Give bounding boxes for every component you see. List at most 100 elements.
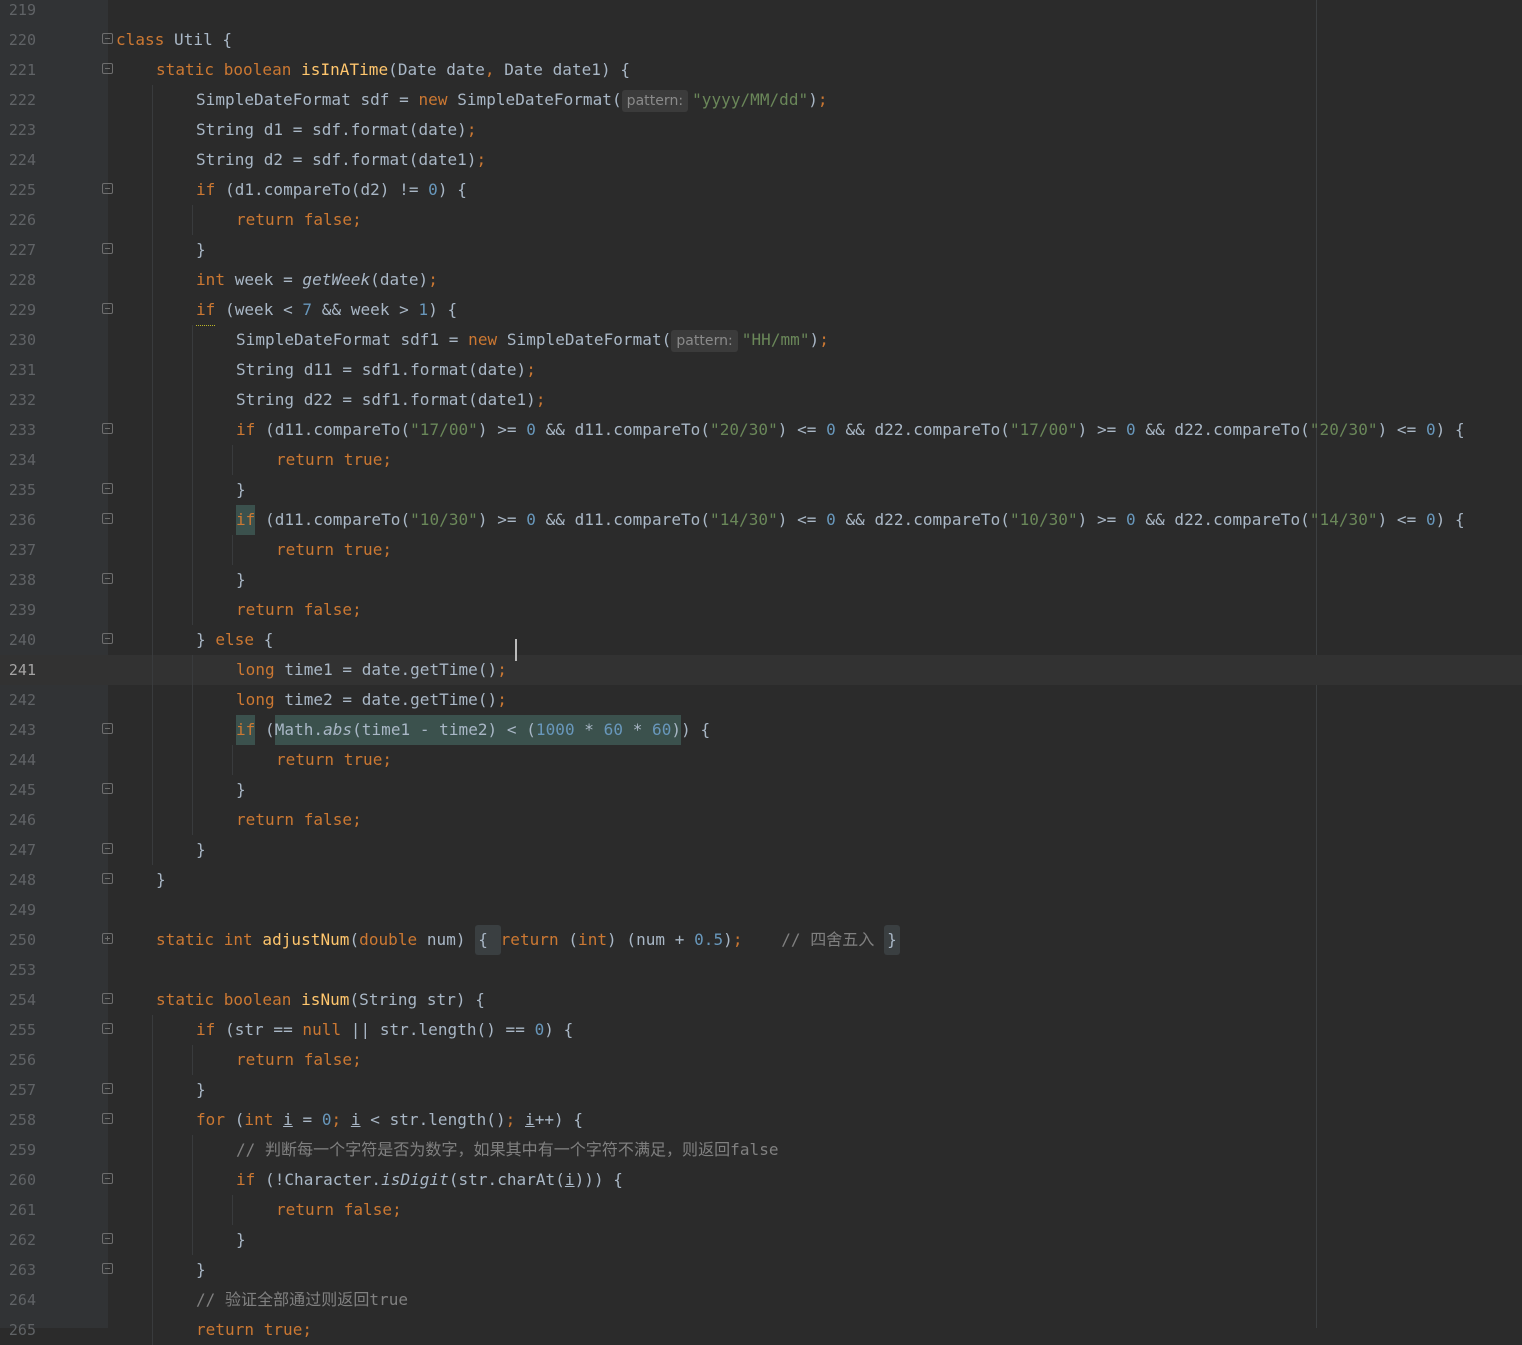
code-line[interactable]: 230 SimpleDateFormat sdf1 = new SimpleDat… [0, 325, 1522, 355]
code-token: new [418, 90, 458, 109]
code-token: ) { [1435, 420, 1465, 439]
code-line[interactable]: 220 class Util { [0, 25, 1522, 55]
code-text: if (str == null || str.length() == 0) { [196, 1015, 573, 1045]
code-line[interactable]: 247} [0, 835, 1522, 865]
indent-guide [232, 445, 233, 475]
code-line[interactable]: 259 // 判断每一个字符是否为数字，如果其中有一个字符不满足，则返回false [0, 1135, 1522, 1165]
code-text: if (Math.abs(time1 - time2) < (1000 * 60… [236, 715, 710, 745]
code-line[interactable]: 233 if (d11.compareTo("17/00") >= 0 && d1… [0, 415, 1522, 445]
code-line[interactable]: 253 [0, 955, 1522, 985]
code-line[interactable]: 226 return false; [0, 205, 1522, 235]
code-line[interactable]: 234 return true; [0, 445, 1522, 475]
code-line[interactable]: 242 long time2 = date.getTime(); [0, 685, 1522, 715]
line-number: 221 [8, 61, 36, 79]
code-line[interactable]: 222 SimpleDateFormat sdf = new SimpleDate… [0, 85, 1522, 115]
fold-marker-icon[interactable] [102, 513, 113, 524]
fold-marker-icon[interactable] [102, 1233, 113, 1244]
code-line[interactable]: 261 return false; [0, 1195, 1522, 1225]
code-token: "17/00" [1009, 420, 1078, 439]
code-line[interactable]: 224 String d2 = sdf.format(date1); [0, 145, 1522, 175]
code-line[interactable]: 228 int week = getWeek(date); [0, 265, 1522, 295]
fold-marker-icon[interactable] [102, 303, 113, 314]
code-line[interactable]: 258 for (int i = 0; i < str.length(); i++… [0, 1105, 1522, 1135]
fold-marker-icon[interactable] [102, 1113, 113, 1124]
indent-guide [152, 355, 153, 385]
code-line[interactable]: 248} [0, 865, 1522, 895]
code-token: getWeek [302, 270, 371, 289]
code-token: i [564, 1170, 575, 1189]
code-line[interactable]: 223 String d1 = sdf.format(date); [0, 115, 1522, 145]
code-line[interactable]: 232 String d22 = sdf1.format(date1); [0, 385, 1522, 415]
code-line[interactable]: 260 if (!Character.isDigit(str.charAt(i))… [0, 1165, 1522, 1195]
code-line[interactable]: 225 if (d1.compareTo(d2) != 0) { [0, 175, 1522, 205]
code-token: return false [236, 210, 353, 229]
code-line[interactable]: 265 return true; [0, 1315, 1522, 1345]
fold-marker-icon[interactable] [102, 1083, 113, 1094]
code-line[interactable]: 219 [0, 0, 1522, 25]
code-line[interactable]: 237 return true; [0, 535, 1522, 565]
code-line[interactable]: 264 // 验证全部通过则返回true [0, 1285, 1522, 1315]
code-line[interactable]: 257} [0, 1075, 1522, 1105]
code-line[interactable]: 227} [0, 235, 1522, 265]
code-line[interactable]: 262} [0, 1225, 1522, 1255]
code-token: } [236, 480, 246, 499]
code-line[interactable]: 231 String d11 = sdf1.format(date); [0, 355, 1522, 385]
code-line[interactable]: 244 return true; [0, 745, 1522, 775]
fold-marker-icon[interactable] [102, 483, 113, 494]
code-line[interactable]: 243 if (Math.abs(time1 - time2) < (1000 *… [0, 715, 1522, 745]
code-token: static int [156, 930, 263, 949]
code-line[interactable]: 241 long time1 = date.getTime(); [0, 655, 1522, 685]
code-line[interactable]: 235} [0, 475, 1522, 505]
code-token: < str.length() [360, 1110, 506, 1129]
fold-marker-icon[interactable] [102, 63, 113, 74]
code-line[interactable]: 229 if (week < 7 && week > 1) { [0, 295, 1522, 326]
fold-expand-icon[interactable] [102, 933, 113, 944]
fold-marker-icon[interactable] [102, 183, 113, 194]
code-line[interactable]: 240} else { [0, 625, 1522, 655]
indent-guide [152, 475, 153, 505]
code-line[interactable]: 238} [0, 565, 1522, 595]
fold-marker-icon[interactable] [102, 843, 113, 854]
code-token: return true [276, 450, 383, 469]
code-line[interactable]: 249 [0, 895, 1522, 925]
code-line[interactable]: 255 if (str == null || str.length() == 0)… [0, 1015, 1522, 1045]
code-line[interactable]: 250 static int adjustNum(double num) { re… [0, 925, 1522, 955]
code-text: if (d1.compareTo(d2) != 0) { [196, 175, 467, 205]
fold-marker-icon[interactable] [102, 993, 113, 1004]
code-token: ) <= [777, 420, 827, 439]
code-line[interactable]: 256 return false; [0, 1045, 1522, 1075]
code-token: if [196, 295, 216, 326]
fold-marker-icon[interactable] [102, 633, 113, 644]
indent-guide [152, 595, 153, 625]
folded-region[interactable]: } [884, 925, 900, 955]
fold-marker-icon[interactable] [102, 1023, 113, 1034]
fold-marker-icon[interactable] [102, 723, 113, 734]
code-token: String d1 = sdf.format(date) [196, 120, 467, 139]
fold-marker-icon[interactable] [102, 573, 113, 584]
fold-marker-icon[interactable] [102, 423, 113, 434]
indent-guide [152, 805, 153, 835]
fold-marker-icon[interactable] [102, 783, 113, 794]
code-token: 0 [526, 420, 546, 439]
folded-region[interactable]: { [475, 925, 501, 955]
code-line[interactable]: 263} [0, 1255, 1522, 1285]
code-token: if [236, 1170, 266, 1189]
fold-marker-icon[interactable] [102, 1263, 113, 1274]
code-token: } [196, 1080, 206, 1099]
fold-marker-icon[interactable] [102, 873, 113, 884]
code-editor[interactable]: 219 220 class Util {221 static boolean isIn… [0, 0, 1522, 1345]
code-token: } [236, 1230, 246, 1249]
code-line[interactable]: 239 return false; [0, 595, 1522, 625]
code-line[interactable]: 245} [0, 775, 1522, 805]
indent-guide [152, 625, 153, 655]
code-token: week = [234, 270, 303, 289]
indent-guide [152, 715, 153, 745]
fold-marker-icon[interactable] [102, 33, 113, 44]
code-line[interactable]: 254 static boolean isNum(String str) { [0, 985, 1522, 1015]
code-token: ) >= [477, 510, 527, 529]
code-line[interactable]: 246 return false; [0, 805, 1522, 835]
fold-marker-icon[interactable] [102, 1173, 113, 1184]
code-line[interactable]: 236 if (d11.compareTo("10/30") >= 0 && d1… [0, 505, 1522, 535]
code-line[interactable]: 221 static boolean isInATime(Date date, D… [0, 55, 1522, 85]
fold-marker-icon[interactable] [102, 243, 113, 254]
